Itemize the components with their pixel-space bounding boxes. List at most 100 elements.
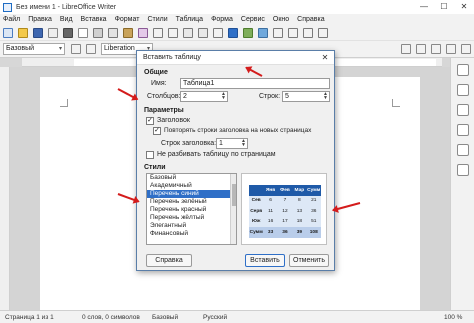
export-pdf-icon[interactable] xyxy=(48,27,58,38)
no-split-checkbox[interactable] xyxy=(146,151,154,159)
paste-icon[interactable] xyxy=(123,27,133,38)
style-item-basic[interactable]: Базовый xyxy=(147,174,236,182)
cancel-button[interactable]: Отменить xyxy=(289,254,329,267)
heading-rows-value: 1 xyxy=(219,140,223,147)
find-replace-icon[interactable] xyxy=(183,27,193,38)
page-icon[interactable] xyxy=(457,104,469,116)
copy-icon[interactable] xyxy=(108,27,118,38)
update-style-icon[interactable] xyxy=(71,44,81,54)
menu-edit[interactable]: Правка xyxy=(28,16,52,23)
status-bar: Страница 1 из 1 0 слов, 0 символов Базов… xyxy=(0,310,474,323)
navigator-icon[interactable] xyxy=(457,164,469,176)
style-item-list-green[interactable]: Перечень зелёный xyxy=(147,198,236,206)
style-item-financial[interactable]: Финансовый xyxy=(147,230,236,238)
style-item-list-red[interactable]: Перечень красный xyxy=(147,206,236,214)
justify-icon[interactable] xyxy=(461,44,471,54)
gallery-icon[interactable] xyxy=(457,144,469,156)
special-character-icon[interactable] xyxy=(318,27,328,38)
table-name-input[interactable]: Таблица1 xyxy=(180,78,330,89)
sidebar-menu-icon[interactable] xyxy=(457,64,469,76)
style-item-academic[interactable]: Академичный xyxy=(147,182,236,190)
clone-formatting-icon[interactable] xyxy=(138,27,148,38)
preview-cell: 18 xyxy=(292,216,307,227)
style-item-list-yellow[interactable]: Перечень жёлтый xyxy=(147,214,236,222)
properties-icon[interactable] xyxy=(457,84,469,96)
menu-format[interactable]: Формат xyxy=(115,16,140,23)
spin-arrows-icon[interactable]: ▲ ▼ xyxy=(241,139,246,148)
preview-cell: 21 xyxy=(306,195,321,206)
styles-scroll-thumb[interactable] xyxy=(232,184,236,206)
heading-rows-spinbox[interactable]: 1 ▲ ▼ xyxy=(216,138,248,149)
spin-arrows-icon[interactable]: ▲ ▼ xyxy=(323,92,328,101)
menu-tools[interactable]: Сервис xyxy=(241,16,265,23)
minimize-button[interactable]: — xyxy=(414,0,434,14)
status-language: Русский xyxy=(203,314,228,321)
save-icon[interactable] xyxy=(33,27,43,38)
menu-styles[interactable]: Стили xyxy=(147,16,167,23)
insert-field-icon[interactable] xyxy=(303,27,313,38)
preview-cell: 39 xyxy=(292,227,307,238)
status-zoom: 100 % xyxy=(444,314,463,321)
dialog-title: Вставить таблицу xyxy=(143,54,201,61)
preview-cell: 33 xyxy=(263,227,278,238)
rows-spinbox[interactable]: 5 ▲ ▼ xyxy=(282,91,330,102)
open-folder-icon[interactable] xyxy=(18,27,28,38)
new-document-icon[interactable] xyxy=(3,27,13,38)
style-item-elegant[interactable]: Элегантный xyxy=(147,222,236,230)
insert-chart-icon[interactable] xyxy=(258,27,268,38)
insert-button[interactable]: Вставить xyxy=(245,254,285,267)
rows-label: Строк: xyxy=(259,93,281,100)
help-button[interactable]: Справка xyxy=(146,254,192,267)
preview-cell: 6 xyxy=(263,195,278,206)
preview-cell: 16 xyxy=(263,216,278,227)
menu-form[interactable]: Форма xyxy=(211,16,233,23)
preview-cell: Серв xyxy=(249,206,264,217)
style-item-list-blue[interactable]: Перечень синий xyxy=(147,190,236,198)
menu-view[interactable]: Вид xyxy=(60,16,73,23)
preview-cell: 51 xyxy=(306,216,321,227)
styles-icon[interactable] xyxy=(457,124,469,136)
page-break-icon[interactable] xyxy=(288,27,298,38)
highlight-icon[interactable] xyxy=(401,44,411,54)
formatting-marks-icon[interactable] xyxy=(213,27,223,38)
title-bar: Без имени 1 - LibreOffice Writer — ☐ ✕ xyxy=(0,0,474,14)
maximize-button[interactable]: ☐ xyxy=(434,0,454,14)
dialog-close-button[interactable]: ✕ xyxy=(316,51,334,65)
preview-cell: Сумм xyxy=(249,227,264,238)
menu-file[interactable]: Файл xyxy=(3,16,20,23)
preview-cell: 8 xyxy=(292,195,307,206)
close-window-button[interactable]: ✕ xyxy=(454,0,474,14)
heading-checkbox[interactable]: ✓ xyxy=(146,117,154,125)
menu-window[interactable]: Окно xyxy=(273,16,289,23)
insert-textbox-icon[interactable] xyxy=(273,27,283,38)
align-left-icon[interactable] xyxy=(416,44,426,54)
print-preview-icon[interactable] xyxy=(78,27,88,38)
status-page-style: Базовый xyxy=(152,314,179,321)
paragraph-style-select[interactable]: Базовый xyxy=(3,43,65,55)
preview-cell: 13 xyxy=(292,206,307,217)
new-style-icon[interactable] xyxy=(86,44,96,54)
columns-spinbox[interactable]: 2 ▲ ▼ xyxy=(180,91,228,102)
vertical-ruler xyxy=(0,67,10,310)
redo-icon[interactable] xyxy=(168,27,178,38)
spin-arrows-icon[interactable]: ▲ ▼ xyxy=(221,92,226,101)
preview-cell: 108 xyxy=(306,227,321,238)
styles-scrollbar[interactable] xyxy=(230,174,236,244)
repeat-heading-checkbox[interactable]: ✓ xyxy=(153,127,161,135)
menu-insert[interactable]: Вставка xyxy=(81,16,107,23)
table-styles-list[interactable]: Базовый Академичный Перечень синий Переч… xyxy=(146,173,237,245)
menu-help[interactable]: Справка xyxy=(297,16,324,23)
preview-cell: 12 xyxy=(277,206,293,217)
spelling-icon[interactable] xyxy=(198,27,208,38)
insert-table-icon[interactable] xyxy=(228,27,238,38)
preview-cell: Сумм xyxy=(306,185,321,196)
insert-image-icon[interactable] xyxy=(243,27,253,38)
print-icon[interactable] xyxy=(63,27,73,38)
undo-icon[interactable] xyxy=(153,27,163,38)
align-right-icon[interactable] xyxy=(446,44,456,54)
menu-table[interactable]: Таблица xyxy=(176,16,203,23)
preview-cell: Мар xyxy=(292,185,307,196)
cut-icon[interactable] xyxy=(93,27,103,38)
align-center-icon[interactable] xyxy=(431,44,441,54)
preview-table: Янв Фев Мар Сумм Сев 6 7 8 21 Серв 11 12… xyxy=(249,185,321,238)
